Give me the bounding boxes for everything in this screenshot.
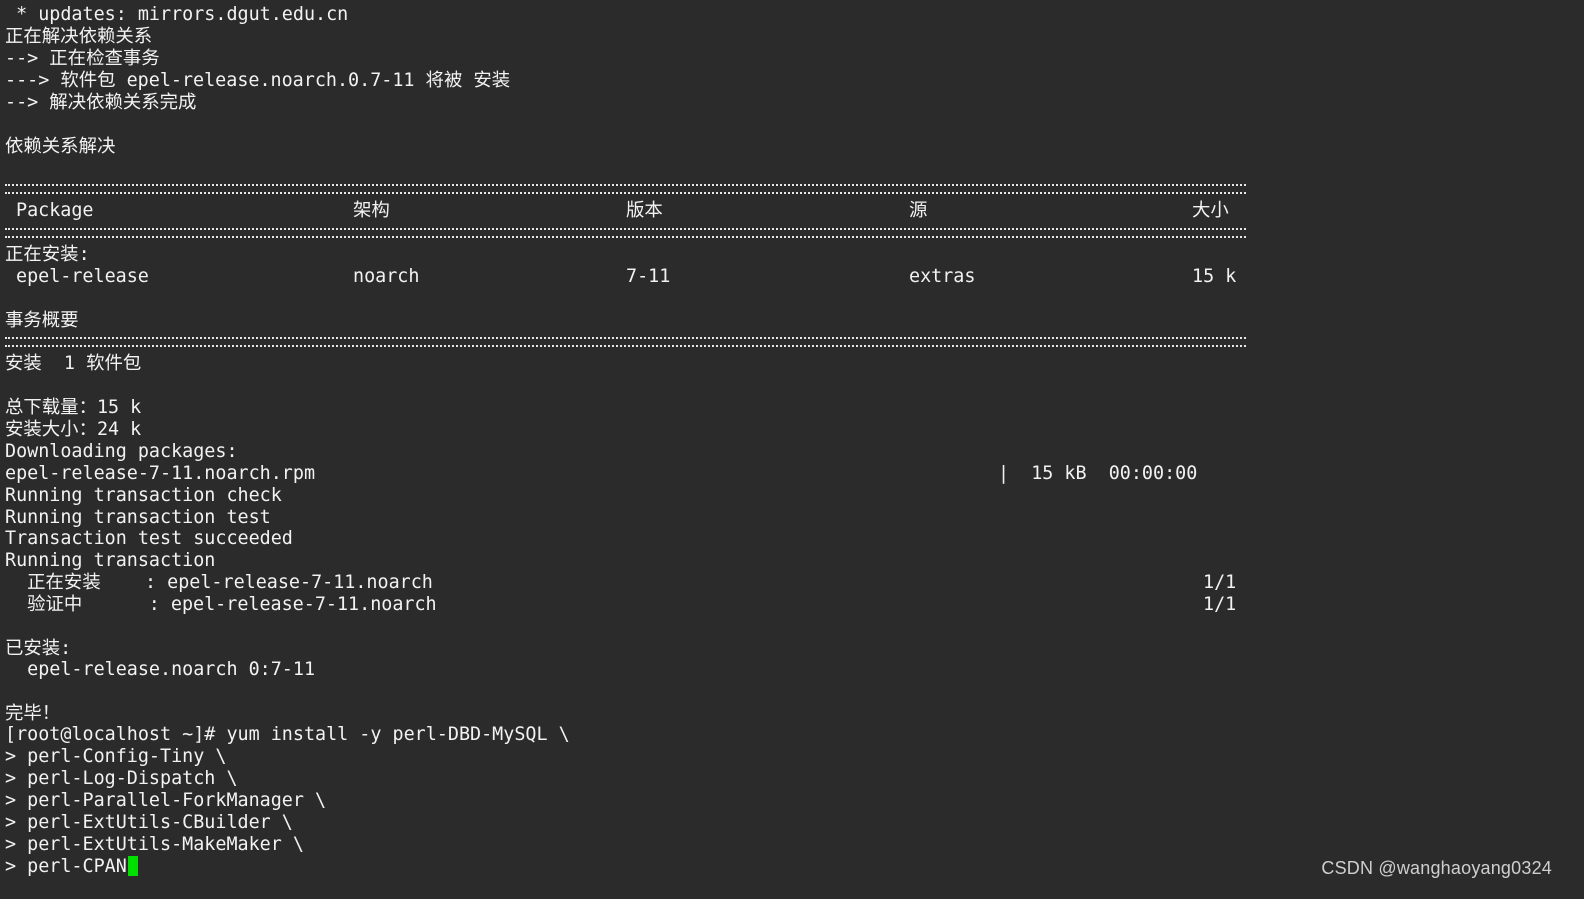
output-line: --> 解决依赖关系完成	[5, 92, 197, 113]
header-repo: 源	[909, 200, 928, 221]
step-action: 正在安装 : epel-release-7-11.noarch	[5, 572, 433, 593]
step-progress: 1/1	[1203, 572, 1237, 593]
output-line: Running transaction test	[5, 507, 271, 528]
terminal-window[interactable]: * updates: mirrors.dgut.edu.cn 正在解决依赖关系 …	[0, 0, 1584, 899]
step-progress: 1/1	[1203, 594, 1237, 615]
header-version: 版本	[626, 200, 663, 221]
header-package: Package	[16, 200, 94, 221]
table-header-row: Package 架构 版本 源 大小	[5, 200, 1246, 222]
download-file: epel-release-7-11.noarch.rpm	[5, 463, 316, 484]
command-input-text: > perl-CPAN	[5, 856, 127, 877]
command-line: > perl-Config-Tiny \	[5, 746, 227, 767]
downloading-line: Downloading packages:	[5, 441, 238, 462]
output-line: ---> 软件包 epel-release.noarch.0.7-11 将被 安…	[5, 70, 511, 91]
install-size-line: 安装大小：24 k	[5, 419, 142, 440]
summary-title: 事务概要	[5, 310, 79, 331]
install-count-line: 安装 1 软件包	[5, 353, 142, 374]
table-section-label: 正在安装:	[5, 244, 90, 265]
cell-arch: noarch	[353, 266, 420, 287]
command-line: > perl-ExtUtils-MakeMaker \	[5, 834, 304, 855]
cell-repo: extras	[909, 266, 976, 287]
table-separator	[5, 228, 1246, 238]
command-line: > perl-Log-Dispatch \	[5, 768, 238, 789]
command-line: > perl-Parallel-ForkManager \	[5, 790, 327, 811]
watermark: CSDN @wanghaoyang0324	[1321, 858, 1552, 878]
command-line: > perl-ExtUtils-CBuilder \	[5, 812, 293, 833]
cell-version: 7-11	[626, 266, 671, 287]
done-line: 完毕！	[5, 703, 61, 724]
table-separator	[5, 337, 1246, 347]
download-row: epel-release-7-11.noarch.rpm | 15 kB 00:…	[5, 463, 1246, 485]
resolved-title: 依赖关系解决	[5, 136, 116, 157]
table-row: epel-release noarch 7-11 extras 15 k	[5, 266, 1246, 288]
output-line: Running transaction	[5, 550, 216, 571]
output-line: Running transaction check	[5, 485, 282, 506]
output-line: Transaction test succeeded	[5, 528, 293, 549]
output-line: * updates: mirrors.dgut.edu.cn	[5, 4, 349, 25]
download-stats: | 15 kB 00:00:00	[998, 463, 1198, 484]
step-row: 验证中 : epel-release-7-11.noarch 1/1	[5, 594, 1246, 616]
total-download-line: 总下载量：15 k	[5, 397, 142, 418]
installed-package: epel-release.noarch 0:7-11	[5, 659, 316, 680]
command-line: [root@localhost ~]# yum install -y perl-…	[5, 724, 570, 745]
header-size: 大小	[1192, 200, 1229, 221]
header-arch: 架构	[353, 200, 390, 221]
output-line: --> 正在检查事务	[5, 48, 160, 69]
output-line: 正在解决依赖关系	[5, 26, 153, 47]
installed-title: 已安装:	[5, 638, 72, 659]
step-row: 正在安装 : epel-release-7-11.noarch 1/1	[5, 572, 1246, 594]
command-input-line[interactable]: > perl-CPAN	[5, 856, 138, 878]
cell-package: epel-release	[16, 266, 149, 287]
cell-size: 15 k	[1192, 266, 1237, 287]
step-action: 验证中 : epel-release-7-11.noarch	[5, 594, 437, 615]
text-cursor	[127, 856, 138, 876]
table-separator	[5, 184, 1246, 194]
